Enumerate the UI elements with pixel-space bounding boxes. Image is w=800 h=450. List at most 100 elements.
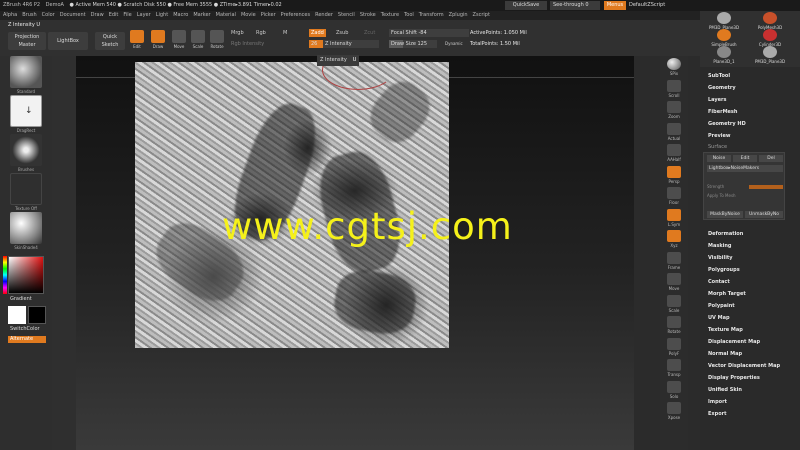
menu-item[interactable]: Macro	[173, 12, 188, 18]
mask-by-noise-button[interactable]: MaskByNoise	[707, 211, 743, 218]
shelf-button[interactable]: Rotate	[663, 316, 685, 336]
palette-item[interactable]: Geometry	[708, 85, 736, 91]
z-intensity-slider[interactable]: 26 Z Intensity	[309, 40, 379, 48]
default-zscript-button[interactable]: DefaultZScript	[627, 1, 673, 10]
rgb-button[interactable]: Rgb	[256, 30, 266, 36]
palette-item[interactable]: Masking	[708, 243, 732, 249]
palette-item[interactable]: Display Properties	[708, 375, 760, 381]
palette-item[interactable]: SubTool	[708, 73, 730, 79]
menu-item[interactable]: Stroke	[360, 12, 376, 18]
dragrect-stroke-thumb[interactable]: ↓	[10, 95, 42, 127]
palette-item-surface[interactable]: Surface	[708, 144, 727, 150]
palette-item[interactable]: Preview	[708, 133, 731, 139]
menu-item[interactable]: Material	[216, 12, 236, 18]
menu-item[interactable]: Layer	[137, 12, 151, 18]
shelf-button[interactable]: Frame	[663, 251, 685, 272]
shelf-button[interactable]: Persp	[663, 165, 685, 186]
shelf-button[interactable]: Solo	[663, 380, 685, 401]
palette-item[interactable]: Texture Map	[708, 327, 743, 333]
palette-item[interactable]: Export	[708, 411, 727, 417]
dynamic-button[interactable]: Dynamic	[445, 40, 463, 48]
shelf-button[interactable]: AAHalf	[663, 144, 685, 164]
menu-item[interactable]: Light	[156, 12, 168, 18]
shelf-button[interactable]: Xpose	[663, 402, 685, 422]
palette-item[interactable]: FiberMesh	[708, 109, 737, 115]
palette-item[interactable]: Geometry HD	[708, 121, 746, 127]
palette-item[interactable]: Deformation	[708, 231, 743, 237]
palette-item[interactable]: UV Map	[708, 315, 730, 321]
menu-item[interactable]: Alpha	[3, 12, 17, 18]
palette-item[interactable]: Vector Displacement Map	[708, 363, 780, 369]
draw-size-slider[interactable]: Draw Size 125	[389, 40, 437, 48]
unmask-by-noise-button[interactable]: UnmaskByNo	[745, 211, 783, 218]
tool-thumb[interactable]: PM3D_Plane3D	[750, 46, 790, 70]
menu-item[interactable]: Stencil	[338, 12, 355, 18]
shelf-button[interactable]: Zoom	[663, 101, 685, 121]
alternate-button[interactable]: Alternate	[8, 336, 46, 343]
menus-toggle[interactable]: Menus	[604, 1, 626, 10]
quicksave-button[interactable]: QuickSave	[505, 1, 547, 10]
menu-item[interactable]: Document	[60, 12, 86, 18]
material-thumb[interactable]	[10, 212, 42, 244]
shelf-button[interactable]: PolyF	[663, 337, 685, 358]
shelf-button[interactable]: Xyz	[663, 230, 685, 250]
hue-strip[interactable]	[3, 256, 7, 294]
palette-item[interactable]: Polypaint	[708, 303, 735, 309]
shelf-button[interactable]: Move	[663, 273, 685, 293]
main-color-swatch[interactable]	[8, 306, 26, 324]
noise-edit-button[interactable]: Edit	[733, 155, 757, 162]
shelf-button[interactable]: Actual	[663, 122, 685, 143]
menu-item[interactable]: Zplugin	[449, 12, 468, 18]
palette-item[interactable]: Visibility	[708, 255, 733, 261]
menu-item[interactable]: Render	[315, 12, 333, 18]
menu-item[interactable]: Zscript	[473, 12, 490, 18]
shelf-button[interactable]: Floor	[663, 187, 685, 207]
menu-item[interactable]: Texture	[381, 12, 399, 18]
menu-item[interactable]: File	[123, 12, 131, 18]
zsub-button[interactable]: Zsub	[336, 30, 348, 36]
noise-del-button[interactable]: Del	[759, 155, 783, 162]
palette-item[interactable]: Layers	[708, 97, 727, 103]
zcut-button[interactable]: Zcut	[364, 30, 375, 36]
draw-button[interactable]: Draw	[149, 30, 167, 52]
focal-shift-slider[interactable]: Focal Shift -84	[389, 29, 469, 37]
strength-slider[interactable]: Strength	[707, 184, 724, 189]
quick-sketch-button[interactable]: Quick Sketch	[95, 32, 125, 50]
palette-item[interactable]: Unified Skin	[708, 387, 742, 393]
menu-item[interactable]: Color	[42, 12, 55, 18]
move-button[interactable]: Move	[170, 30, 188, 52]
menu-item[interactable]: Transform	[419, 12, 444, 18]
menu-item[interactable]: Movie	[241, 12, 256, 18]
secondary-color-swatch[interactable]	[28, 306, 46, 324]
palette-item[interactable]: Contact	[708, 279, 730, 285]
palette-item[interactable]: Polygroups	[708, 267, 740, 273]
color-picker[interactable]	[8, 256, 44, 294]
lightbox-noisemakers-button[interactable]: Lightbox▸NoiseMakers	[707, 165, 783, 172]
noise-button[interactable]: Noise	[707, 155, 731, 162]
texture-thumb[interactable]	[10, 173, 42, 205]
shelf-button[interactable]: Transp	[663, 359, 685, 379]
menu-item[interactable]: Draw	[91, 12, 104, 18]
see-through-slider[interactable]: See-through 0	[550, 1, 600, 10]
standard-brush-thumb[interactable]	[10, 56, 42, 88]
alpha-thumb[interactable]	[10, 134, 42, 166]
palette-item[interactable]: Morph Target	[708, 291, 746, 297]
m-button[interactable]: M	[283, 30, 287, 36]
lightbox-button[interactable]: LightBox	[48, 32, 88, 50]
projection-master-button[interactable]: Projection Master	[8, 32, 46, 50]
tool-thumb[interactable]: Plane3D_1	[704, 46, 744, 70]
menu-item[interactable]: Marker	[193, 12, 210, 18]
palette-item[interactable]: Displacement Map	[708, 339, 760, 345]
palette-item[interactable]: Import	[708, 399, 727, 405]
menu-item[interactable]: Edit	[109, 12, 119, 18]
scale-button[interactable]: Scale	[189, 30, 207, 52]
shelf-button[interactable]: SPix	[663, 58, 685, 78]
shelf-button[interactable]: Scroll	[663, 79, 685, 100]
apply-to-mesh-button[interactable]: Apply To Mesh	[707, 193, 736, 198]
menu-item[interactable]: Brush	[22, 12, 36, 18]
edit-button[interactable]: Edit	[128, 30, 146, 52]
z-intensity-hud[interactable]: Z Intensity U	[317, 55, 360, 66]
menu-item[interactable]: Preferences	[281, 12, 310, 18]
gradient-toggle[interactable]: Gradient	[10, 296, 32, 302]
switch-color-button[interactable]: SwitchColor	[10, 326, 40, 332]
